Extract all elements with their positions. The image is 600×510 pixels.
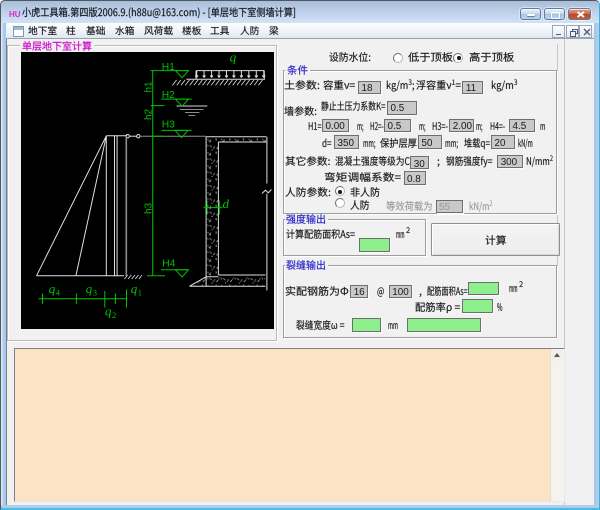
svg-text:h1: h1	[143, 81, 154, 93]
svg-text:2: 2	[112, 310, 116, 320]
svg-text:q: q	[229, 52, 236, 65]
svg-text:H2: H2	[161, 90, 174, 101]
svg-text:1: 1	[137, 288, 141, 298]
svg-text:h2: h2	[143, 108, 154, 120]
svg-text:H4: H4	[162, 259, 175, 270]
svg-text:d: d	[222, 196, 229, 211]
svg-text:q: q	[105, 304, 112, 319]
svg-text:H1: H1	[161, 62, 174, 73]
svg-text:q: q	[85, 281, 92, 296]
svg-text:h3: h3	[143, 202, 154, 214]
svg-text:3: 3	[92, 288, 96, 298]
svg-text:4: 4	[55, 288, 60, 298]
svg-text:H3: H3	[161, 120, 174, 131]
svg-text:q: q	[48, 281, 55, 296]
svg-text:q: q	[130, 281, 137, 296]
